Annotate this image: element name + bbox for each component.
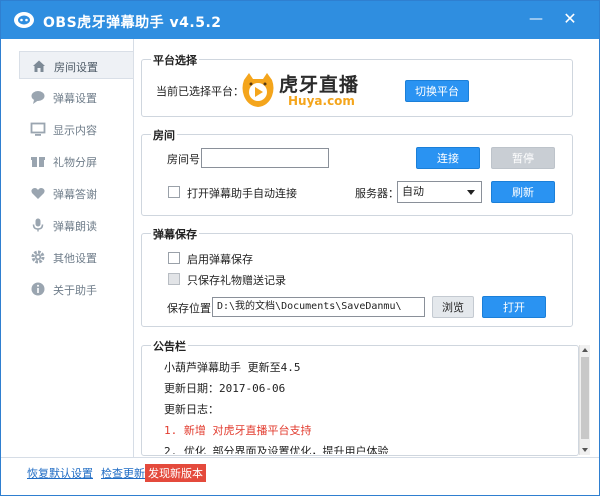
sidebar-item-other-settings[interactable]: 其他设置 xyxy=(19,243,134,271)
notice-line-highlight: 1. 新增 对虎牙直播平台支持 xyxy=(164,424,312,437)
open-folder-button[interactable]: 打开 xyxy=(482,296,546,318)
scroll-down-icon[interactable] xyxy=(582,448,588,452)
sidebar-item-label: 显示内容 xyxy=(53,124,97,137)
monitor-icon xyxy=(30,122,46,136)
scrollbar-thumb[interactable] xyxy=(581,357,589,439)
close-button[interactable]: ✕ xyxy=(557,5,583,33)
sidebar-item-danmu-thanks[interactable]: 弹幕答谢 xyxy=(19,179,134,207)
connect-button[interactable]: 连接 xyxy=(416,147,480,169)
huya-tiger-logo-icon xyxy=(242,73,274,107)
notice-line: 更新日期：2017-06-06 xyxy=(164,382,286,395)
notice-scrollbar[interactable] xyxy=(579,345,590,455)
huya-logo-text: 虎牙直播 xyxy=(279,74,360,96)
sidebar-item-room-settings[interactable]: 房间设置 xyxy=(19,51,134,79)
thanks-icon xyxy=(31,188,45,199)
window-title: OBS虎牙弹幕助手 v4.5.2 xyxy=(43,15,222,31)
app-window: OBS虎牙弹幕助手 v4.5.2 — ✕ 房间设置 弹幕设置 显示内容 礼物分屏… xyxy=(0,0,600,496)
notice-line: 更新日志： xyxy=(164,403,219,416)
gift-only-label: 只保存礼物赠送记录 xyxy=(187,274,286,287)
enable-save-label: 启用弹幕保存 xyxy=(187,253,253,266)
sidebar-item-display-content[interactable]: 显示内容 xyxy=(19,115,134,143)
sidebar-item-danmu-settings[interactable]: 弹幕设置 xyxy=(19,83,134,111)
title-bar[interactable]: OBS虎牙弹幕助手 v4.5.2 — ✕ xyxy=(1,1,599,39)
app-logo-icon xyxy=(14,12,34,28)
server-label: 服务器： xyxy=(355,187,399,200)
server-select-value: 自动 xyxy=(402,185,424,198)
huya-logo-domain: Huya.com xyxy=(288,94,355,108)
pause-button[interactable]: 暂停 xyxy=(491,147,555,169)
switch-platform-button[interactable]: 切换平台 xyxy=(405,80,469,102)
info-icon xyxy=(31,282,45,296)
check-update-link[interactable]: 检查更新 xyxy=(101,465,145,481)
sidebar-item-label: 弹幕朗读 xyxy=(53,220,97,233)
sidebar: 房间设置 弹幕设置 显示内容 礼物分屏 弹幕答谢 弹幕朗读 其他设置 关于助手 xyxy=(1,39,134,457)
browse-button[interactable]: 浏览 xyxy=(432,296,474,318)
sidebar-item-label: 弹幕答谢 xyxy=(53,188,97,201)
refresh-button[interactable]: 刷新 xyxy=(491,181,555,203)
save-path-label: 保存位置 xyxy=(167,302,211,315)
server-select[interactable]: 自动 xyxy=(397,181,482,203)
current-platform-label: 当前已选择平台： xyxy=(156,85,244,98)
sidebar-item-label: 关于助手 xyxy=(53,284,97,297)
sidebar-item-gift-split[interactable]: 礼物分屏 xyxy=(19,147,134,175)
auto-connect-label: 打开弹幕助手自动连接 xyxy=(187,187,297,200)
gift-only-checkbox[interactable] xyxy=(168,273,180,285)
enable-save-checkbox[interactable] xyxy=(168,252,180,264)
room-number-input[interactable] xyxy=(201,148,329,168)
microphone-icon xyxy=(32,218,44,232)
notice-line: 小葫芦弹幕助手 更新至4.5 xyxy=(164,361,301,374)
footer: 恢复默认设置 检查更新 发现新版本 xyxy=(1,457,599,495)
new-version-badge[interactable]: 发现新版本 xyxy=(145,464,206,482)
auto-connect-checkbox[interactable] xyxy=(168,186,180,198)
scroll-up-icon[interactable] xyxy=(582,348,588,352)
room-number-label: 房间号 xyxy=(167,153,200,166)
notice-content: 小葫芦弹幕助手 更新至4.5 更新日期：2017-06-06 更新日志： 1. … xyxy=(151,350,571,454)
sidebar-item-label: 礼物分屏 xyxy=(53,156,97,169)
home-icon xyxy=(33,60,45,72)
chevron-down-icon xyxy=(467,190,475,195)
notice-line: 2. 优化 部分界面及设置优化，提升用户体验 xyxy=(164,445,389,454)
gift-icon xyxy=(31,157,45,167)
minimize-button[interactable]: — xyxy=(523,5,549,33)
save-path-input[interactable]: D:\我的文档\Documents\SaveDanmu\ xyxy=(212,297,425,317)
sidebar-item-label: 其他设置 xyxy=(53,252,97,265)
sidebar-item-danmu-reading[interactable]: 弹幕朗读 xyxy=(19,211,134,239)
chat-bubble-icon xyxy=(31,91,45,104)
danmu-save-section-title: 弹幕保存 xyxy=(151,226,199,242)
restore-defaults-link[interactable]: 恢复默认设置 xyxy=(27,465,93,481)
room-section-title: 房间 xyxy=(151,127,177,143)
sidebar-item-label: 弹幕设置 xyxy=(53,92,97,105)
gear-icon xyxy=(31,250,45,264)
platform-section-title: 平台选择 xyxy=(151,52,199,68)
sidebar-item-label: 房间设置 xyxy=(54,61,98,74)
sidebar-item-about[interactable]: 关于助手 xyxy=(19,275,134,303)
